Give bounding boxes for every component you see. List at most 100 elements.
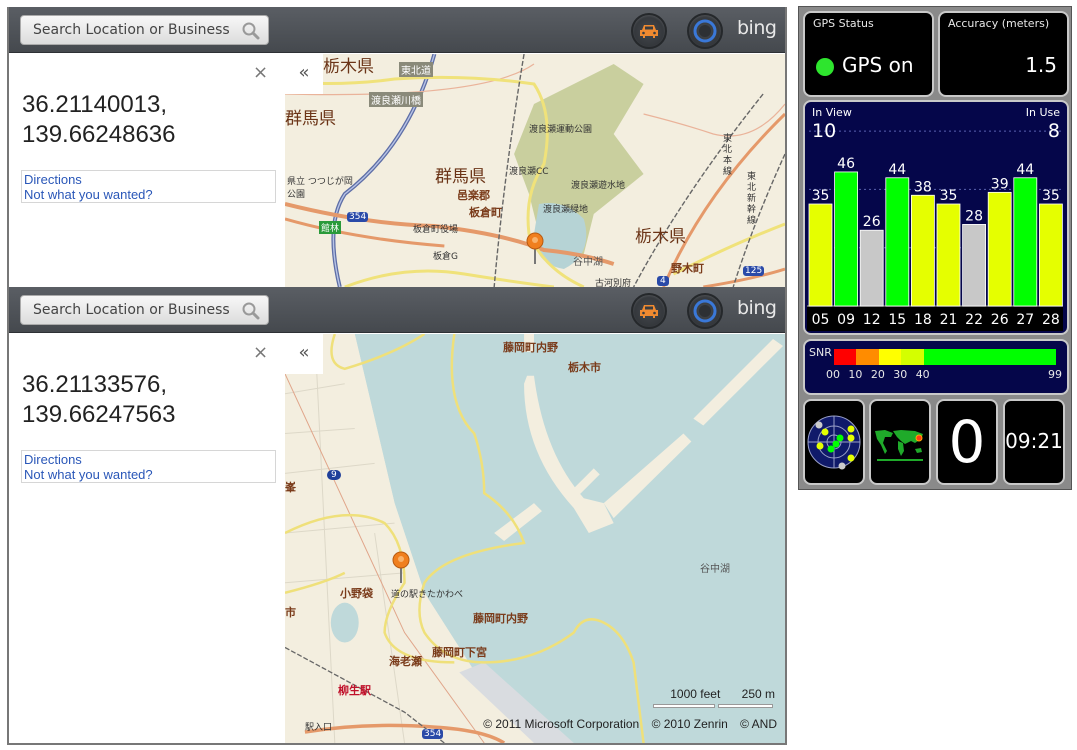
- snr-bar-28[interactable]: [1038, 203, 1063, 307]
- directions-link[interactable]: Directions: [24, 172, 273, 187]
- scale-metric: 250 m: [741, 687, 775, 701]
- snr-value-label: 28: [965, 208, 983, 224]
- map-label: 海老瀬: [389, 655, 422, 668]
- map-label: 県立 つつじが岡公園: [287, 177, 353, 200]
- prn-label: 28: [1042, 312, 1060, 328]
- satellite-signal-chart[interactable]: 35 05 46 09 26 12 44 15 38 18 35 21 28 22 39 26 44 27 35 28…: [803, 100, 1069, 335]
- snr-value-label: 39: [991, 176, 1009, 192]
- latitude-text: 36.21133576,: [22, 371, 168, 398]
- snr-tick-label: 40: [915, 368, 930, 381]
- scale-bar-metric: [718, 704, 773, 708]
- snr-bar-26[interactable]: [987, 191, 1012, 307]
- map-label: 渡良瀬遊水地: [571, 181, 626, 191]
- latitude-text: 36.21140013,: [22, 91, 168, 118]
- snr-bar-05[interactable]: [808, 203, 833, 307]
- snr-ticks: 00 10 20 30 40 99: [825, 368, 1065, 382]
- gps-status-indicator-icon: [816, 58, 834, 76]
- map-label: 渡良瀬緑地: [543, 205, 589, 215]
- not-what-you-wanted-link[interactable]: Not what you wanted?: [24, 187, 273, 202]
- search-box[interactable]: [20, 295, 269, 325]
- map-label: 藤岡町内野: [473, 612, 528, 625]
- bing-toolbar: bing: [9, 287, 785, 333]
- action-links: Directions Not what you wanted?: [21, 170, 276, 203]
- scale-bar-imperial: [653, 704, 715, 708]
- snr-bar-chart: 35 05 46 09 26 12 44 15 38 18 35 21 28 22 39 26 44 27 35 28: [807, 130, 1063, 331]
- snr-bar-12[interactable]: [859, 229, 884, 307]
- directions-car-button[interactable]: [631, 13, 667, 49]
- gps-status-card[interactable]: GPS Status GPS on: [803, 11, 934, 97]
- search-icon[interactable]: [242, 22, 260, 40]
- map-label: 板倉G: [433, 252, 458, 262]
- accuracy-value: 1.5: [1025, 53, 1057, 77]
- map-label: 渡良瀬CC: [509, 167, 549, 177]
- in-view-label: In View: [812, 106, 852, 119]
- map-label: 東北道: [399, 62, 433, 77]
- world-map-button[interactable]: [869, 399, 931, 485]
- map-label: 邑楽郡: [457, 189, 490, 202]
- map-label: 藤岡町下宮: [432, 646, 487, 659]
- location-pin-icon[interactable]: [392, 551, 410, 585]
- map-label: 古河別府: [595, 279, 632, 287]
- longitude-text: 139.66247563: [22, 401, 176, 428]
- snr-bar-15[interactable]: [885, 177, 910, 307]
- time-value: 09:21: [1005, 429, 1063, 453]
- prn-label: 05: [812, 312, 830, 328]
- search-icon[interactable]: [242, 302, 260, 320]
- prn-label: 15: [888, 312, 906, 328]
- gps-status-caption: GPS Status: [813, 17, 874, 30]
- fix-count-button[interactable]: 0: [936, 399, 998, 485]
- location-info-pane: × 36.21140013, 139.66248636 Directions N…: [9, 54, 285, 287]
- fix-count-value: 0: [948, 408, 986, 476]
- snr-bar-18[interactable]: [911, 194, 935, 307]
- collapse-panel-button[interactable]: «: [285, 334, 323, 374]
- search-input[interactable]: [21, 296, 241, 324]
- map-label: 板倉町役場: [413, 225, 459, 235]
- sky-view-button[interactable]: [803, 399, 865, 485]
- locate-icon: [693, 19, 717, 43]
- car-icon: [640, 25, 658, 38]
- snr-value-label: 38: [914, 179, 932, 195]
- snr-scale-segment: [856, 349, 879, 365]
- search-box[interactable]: [20, 15, 269, 45]
- snr-bar-09[interactable]: [834, 171, 859, 307]
- map-label: 渡良瀬運動公園: [529, 125, 593, 135]
- longitude-text: 139.66248636: [22, 121, 176, 148]
- in-use-label: In Use: [1025, 106, 1060, 119]
- prn-label: 09: [837, 312, 855, 328]
- prn-label: 12: [863, 312, 881, 328]
- locate-icon: [693, 299, 717, 323]
- snr-bar-21[interactable]: [936, 203, 961, 307]
- map-label: 駅入口: [305, 723, 333, 733]
- collapse-panel-button[interactable]: «: [285, 54, 323, 94]
- snr-tick-label: 20: [870, 368, 885, 381]
- map-view[interactable]: « 栃木県 東北道 渡良瀬川橋 群馬県 県立 つつじが岡公園 館林 354 板倉…: [285, 54, 785, 287]
- directions-link[interactable]: Directions: [24, 452, 273, 467]
- gps-test-panel: GPS Status GPS on Accuracy (meters) 1.5 …: [798, 6, 1072, 490]
- map-label: 栃木県: [635, 227, 686, 247]
- map-label: 125: [743, 266, 765, 276]
- snr-tick-label: 99: [1048, 368, 1062, 381]
- locate-me-button[interactable]: [687, 13, 723, 49]
- snr-value-label: 44: [1016, 162, 1034, 178]
- snr-bar-27[interactable]: [1013, 177, 1038, 307]
- accuracy-card[interactable]: Accuracy (meters) 1.5: [938, 11, 1069, 97]
- close-icon[interactable]: ×: [253, 342, 268, 363]
- scale-bar: [653, 704, 773, 709]
- map-label: 群馬県: [435, 167, 486, 187]
- location-pin-icon[interactable]: [526, 232, 544, 266]
- snr-legend: SNR 00 10 20 30 40 99: [803, 339, 1069, 395]
- snr-bar-22[interactable]: [962, 224, 987, 307]
- map-label: 柳生駅: [338, 684, 371, 697]
- search-input[interactable]: [21, 16, 241, 44]
- not-what-you-wanted-link[interactable]: Not what you wanted?: [24, 467, 273, 482]
- locate-me-button[interactable]: [687, 293, 723, 329]
- map-label: 谷中湖: [573, 257, 603, 268]
- prn-label: 26: [991, 312, 1009, 328]
- directions-car-button[interactable]: [631, 293, 667, 329]
- scale-imperial: 1000 feet: [670, 687, 721, 701]
- close-icon[interactable]: ×: [253, 62, 268, 83]
- clock-button[interactable]: 09:21: [1003, 399, 1065, 485]
- copyright-microsoft: © 2011 Microsoft Corporation: [483, 717, 640, 731]
- map-view[interactable]: « 藤岡町内野 栃木市 9 谷中湖 小野袋 道の駅きたかわべ 藤岡町内野 藤岡町…: [285, 334, 785, 743]
- action-links: Directions Not what you wanted?: [21, 450, 276, 483]
